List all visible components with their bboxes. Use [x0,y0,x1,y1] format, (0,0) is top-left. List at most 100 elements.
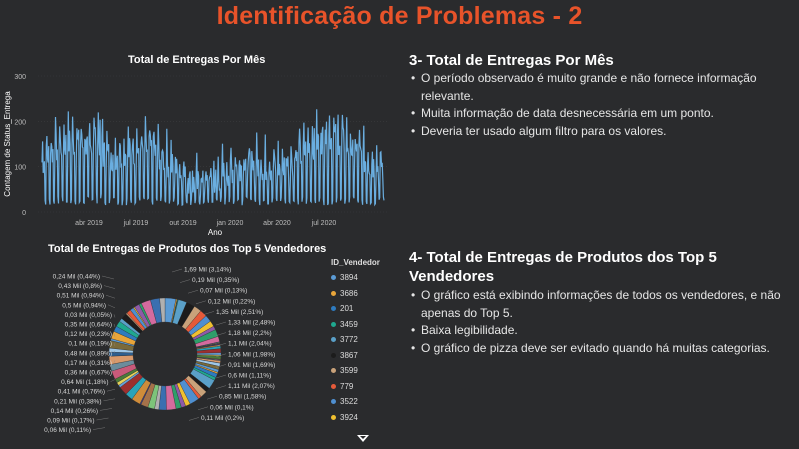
legend-label: 3772 [340,335,358,345]
pie-data-label: 0,11 Mil (0,2%) [201,415,244,422]
legend-item[interactable]: 3686 [331,286,380,302]
leader-line [215,321,227,326]
pie-data-label: 0,14 Mil (0,26%) [51,408,98,415]
pie-data-label: 0,91 Mil (1,69%) [228,362,275,369]
slide-title: Identificação de Problemas - 2 [216,2,583,30]
pie-data-label: 0,48 Mil (0,89%) [65,350,112,357]
pie-data-label: 0,35 Mil (0,64%) [65,322,112,329]
legend-marker [331,337,336,343]
pie-data-label: 1,11 Mil (2,07%) [228,383,275,390]
leader-line [187,290,199,294]
legend-label: 3522 [340,397,358,407]
series-line [41,109,385,207]
pie-data-label: 1,35 Mil (2,51%) [216,309,263,316]
pie-data-label: 0,12 Mil (0,22%) [208,298,255,305]
line-chart[interactable]: 0 100 200 300 abr 2019 jul 2019 out 2019 jan 20… [0,66,390,256]
legend-label: 3686 [340,288,358,298]
leader-line [101,275,115,280]
pie-data-label: 1,69 Mil (3,14%) [184,267,231,274]
pie-data-label: 0,06 Mil (0,11%) [44,427,91,434]
leader-line [92,427,106,430]
pie-data-label: 1,1 Mil (2,04%) [228,341,272,348]
leader-line [113,323,116,328]
pie-data-label: 0,07 Mil (0,13%) [200,288,247,295]
y-tick-label: 0 [22,210,26,217]
legend-item[interactable]: 779 [331,379,380,395]
x-tick-label: abr 2020 [263,220,291,227]
pie-data-label: 0,1 Mil (0,19%) [68,341,112,348]
leader-line [215,385,227,389]
x-tick-label: jul 2020 [311,220,337,227]
section4-bullets: O gráfico está exibindo informações de t… [411,287,789,357]
pie-data-label: 0,5 Mil (0,94%) [62,302,106,309]
legend-marker [331,383,336,389]
pie-data-label: 0,43 Mil (0,8%) [58,283,102,290]
leader-line [103,398,116,401]
leader-line [195,300,207,304]
leader-line [206,396,218,400]
x-axis-title: Ano [208,228,223,237]
pie-data-label: 0,36 Mil (0,67%) [65,370,112,377]
pie-data-label: 0,09 Mil (0,17%) [47,418,94,425]
legend-label: 3894 [340,273,358,283]
pie-data-label: 0,17 Mil (0,31%) [65,360,112,367]
pie-data-label: 0,03 Mil (0,05%) [65,312,112,319]
chevron-down-icon[interactable] [357,435,369,442]
pie-data-label: 0,51 Mil (0,94%) [57,293,104,300]
pie-legend: ID_Vendedor 3894 3686 201 3459 3772 3867 3599 7… [331,258,380,425]
legend-item[interactable]: 3924 [331,410,380,426]
pie-data-label: 0,24 Mil (0,44%) [53,274,100,281]
line-chart-title: Total de Entregas Por Mês [128,54,266,66]
leader-line [179,279,191,283]
legend-item[interactable]: 3599 [331,363,380,379]
section3-heading: 3- Total de Entregas Por Mês [409,52,614,69]
x-tick-label: jan 2020 [216,220,244,227]
legend-label: 201 [340,304,354,314]
pie-data-label: 0,64 Mil (1,18%) [61,379,108,386]
pie-data-label: 0,41 Mil (0,76%) [58,389,105,396]
leader-line [188,417,200,421]
legend-label: 3459 [340,319,358,329]
legend-marker [331,321,336,327]
legend-item[interactable]: 201 [331,301,380,317]
x-tick-label: abr 2019 [75,220,103,227]
leader-line [113,314,116,318]
legend-marker [331,368,336,374]
legend-marker [331,399,336,405]
section3-bullet: O período observado é muito grande e não… [411,70,789,105]
leader-line [110,379,116,382]
section4-bullet: Baixa legibilidade. [411,322,789,340]
legend-label: 3924 [340,412,358,422]
section4-bullet: O gráfico está exibindo informações de t… [411,287,789,322]
leader-line [171,268,183,273]
leader-line [197,406,209,410]
legend-marker [331,352,336,358]
pie-data-label: 1,33 Mil (2,48%) [228,320,275,327]
pie-data-label: 0,19 Mil (0,35%) [192,277,239,284]
legend-item[interactable]: 3522 [331,394,380,410]
leader-line [105,295,116,299]
legend-item[interactable]: 3772 [331,332,380,348]
legend-item[interactable]: 3459 [331,317,380,333]
pie-data-label: 0,12 Mil (0,23%) [65,331,112,338]
legend-label: 3867 [340,350,358,360]
x-tick-label: jul 2019 [123,220,149,227]
section4-bullet: O gráfico de pizza deve ser evitado quan… [411,340,789,358]
pie-data-label: 0,21 Mil (0,38%) [54,398,101,405]
pie-chart[interactable]: 0,24 Mil (0,44%) 0,43 Mil (0,8%) 0,51 Mil … [0,258,330,448]
legend-title: ID_Vendedor [331,258,380,267]
legend-marker [331,290,336,296]
pie-data-label: 0,06 Mil (0,1%) [210,404,254,411]
leader-line [99,408,113,411]
pie-data-label: 1,18 Mil (2,2%) [228,330,272,337]
section4-heading: 4- Total de Entregas de Produtos dos Top… [409,249,717,285]
pie-data-label: 1,06 Mil (1,98%) [228,351,275,358]
legend-item[interactable]: 3894 [331,270,380,286]
y-tick-label: 200 [14,119,26,126]
y-tick-label: 100 [14,165,26,172]
legend-item[interactable]: 3867 [331,348,380,364]
section3-bullet: Muita informação de data desnecessária e… [411,105,789,123]
legend-label: 3599 [340,366,358,376]
pie-chart-title: Total de Entregas de Produtos dos Top 5 … [48,243,327,255]
pie-data-label: 0,85 Mil (1,58%) [219,394,266,401]
